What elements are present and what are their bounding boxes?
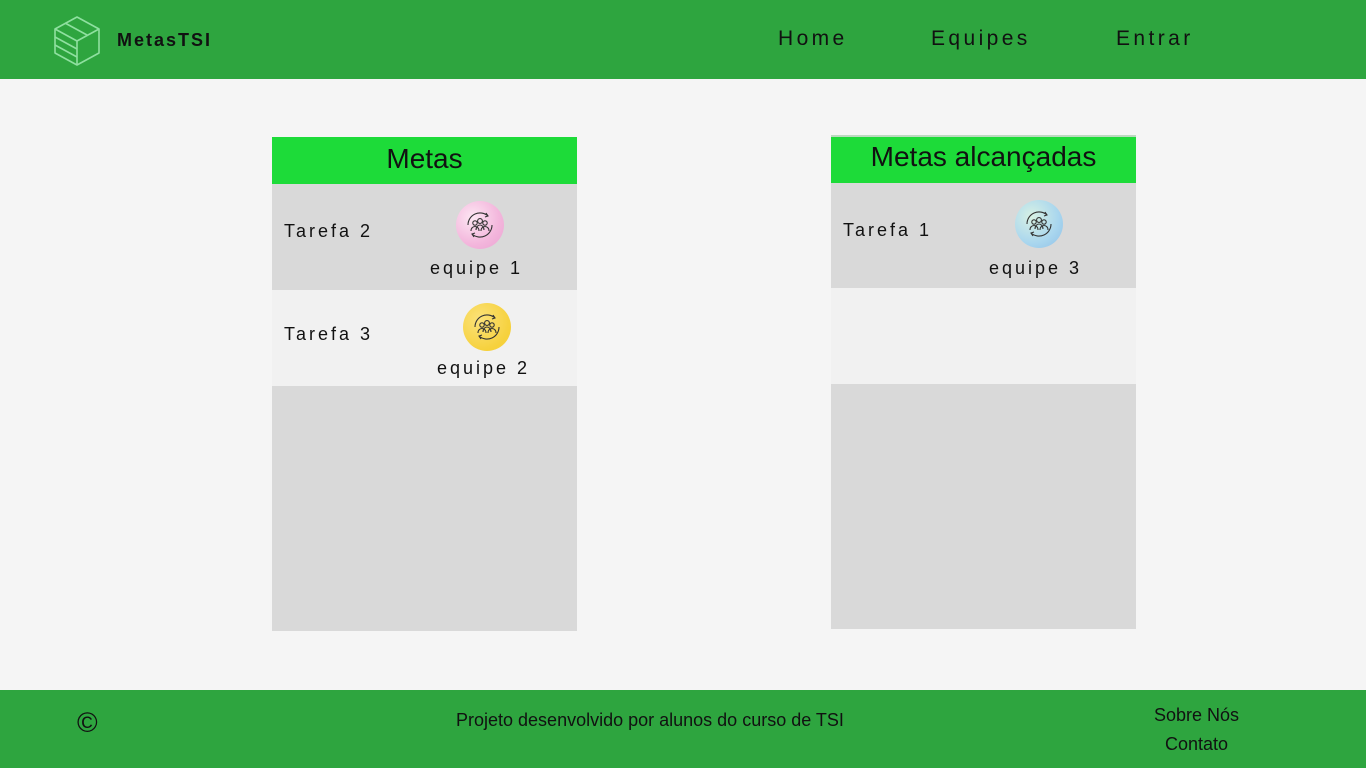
metas-board-title: Metas [272, 137, 577, 184]
metas-board: Metas Tarefa 2 equipe 1 Tarefa 3 equipe … [272, 137, 577, 631]
metas-alcancadas-board-title: Metas alcançadas [831, 135, 1136, 183]
footer-sobre-link[interactable]: Sobre Nós [1154, 705, 1239, 726]
footer-credits: Projeto desenvolvido por alunos do curso… [456, 710, 844, 730]
team-label: equipe 1 [430, 258, 524, 278]
task-label: Tarefa 2 [284, 221, 374, 241]
task-label: Tarefa 1 [843, 220, 933, 240]
team-cycle-icon [456, 201, 504, 249]
team-label: equipe 3 [989, 258, 1083, 278]
nav-equipes-link[interactable]: Equipes [931, 27, 1031, 51]
alcancadas-item-tarefa-1[interactable]: Tarefa 1 equipe 3 [831, 183, 1136, 288]
footer-contato-link[interactable]: Contato [1165, 734, 1228, 755]
task-label: Tarefa 3 [284, 324, 374, 344]
team-label: equipe 2 [437, 358, 531, 378]
team-cycle-icon [463, 303, 511, 351]
metas-item-tarefa-3[interactable]: Tarefa 3 equipe 2 [272, 290, 577, 386]
copyright-icon: © [77, 707, 98, 738]
site-footer: © Projeto desenvolvido por alunos do cur… [0, 690, 1366, 768]
alcancadas-empty-row [831, 288, 1136, 384]
metas-alcancadas-board: Metas alcançadas Tarefa 1 equipe 3 [831, 135, 1136, 629]
cube-logo-icon[interactable] [53, 15, 101, 67]
nav-entrar-link[interactable]: Entrar [1116, 27, 1194, 51]
team-cycle-icon [1015, 200, 1063, 248]
top-header: MetasTSI Home Equipes Entrar [0, 0, 1366, 79]
brand-name[interactable]: MetasTSI [117, 30, 212, 51]
nav-home-link[interactable]: Home [778, 27, 848, 51]
metas-item-tarefa-2[interactable]: Tarefa 2 equipe 1 [272, 184, 577, 290]
